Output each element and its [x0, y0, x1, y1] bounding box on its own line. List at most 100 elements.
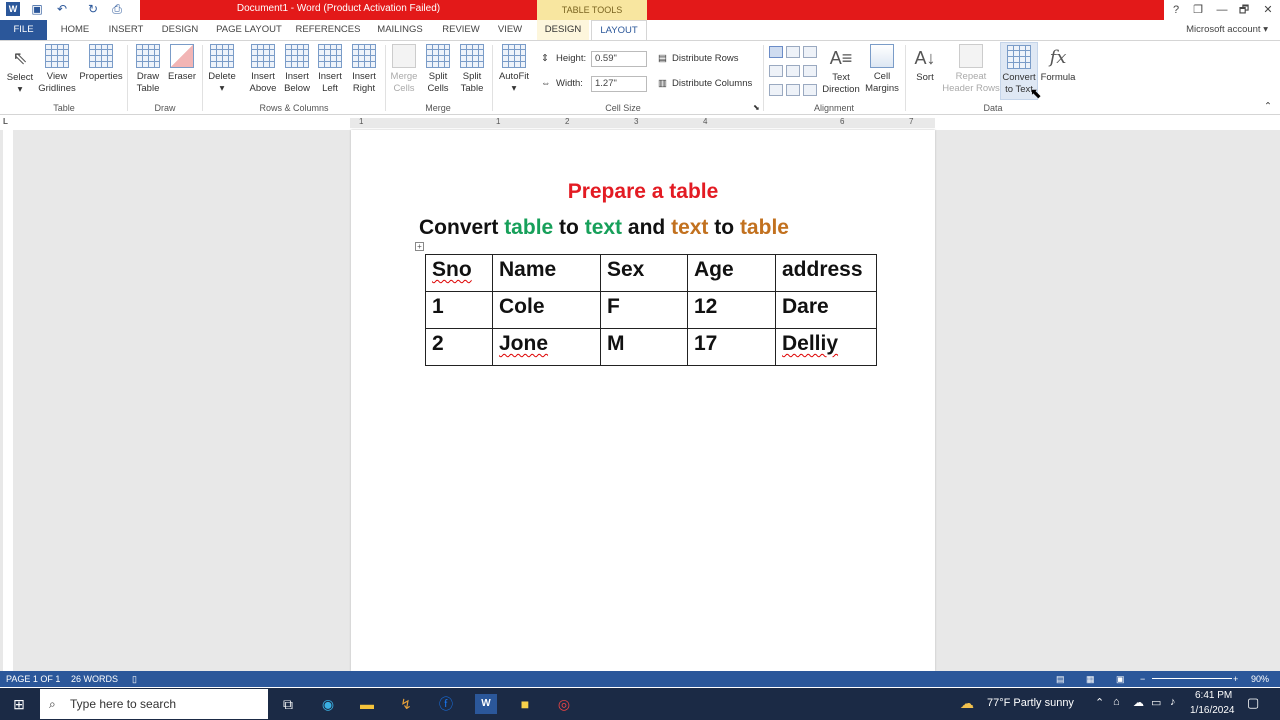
restore-icon[interactable]: 🗗	[1236, 2, 1252, 18]
table-cell[interactable]: 2	[425, 328, 493, 366]
align-center-right-icon[interactable]	[803, 65, 817, 77]
cloud-icon[interactable]: ☁	[1133, 696, 1144, 709]
tab-page-layout[interactable]: PAGE LAYOUT	[212, 20, 286, 40]
insert-above-button[interactable]: Insert Above	[246, 44, 280, 95]
split-cells-button[interactable]: Split Cells	[422, 44, 454, 95]
web-layout-icon[interactable]: ▣	[1116, 674, 1125, 685]
tab-file[interactable]: FILE	[0, 20, 47, 40]
tab-insert[interactable]: INSERT	[104, 20, 148, 40]
align-bottom-left-icon[interactable]	[769, 84, 783, 96]
tab-table-layout[interactable]: LAYOUT	[591, 20, 647, 40]
task-view-icon[interactable]: ⧉	[278, 694, 298, 714]
distribute-rows-button[interactable]: Distribute Rows	[672, 53, 739, 64]
clock-date[interactable]: 1/16/2024	[1190, 705, 1235, 716]
file-explorer-icon[interactable]: ▬	[357, 694, 377, 714]
tab-review[interactable]: REVIEW	[438, 20, 484, 40]
table-cell[interactable]: Cole	[492, 291, 601, 329]
table-cell[interactable]: 12	[687, 291, 776, 329]
merge-cells-button[interactable]: Merge Cells	[388, 44, 420, 95]
monitor-icon[interactable]: ▭	[1151, 696, 1161, 709]
tab-mailings[interactable]: MAILINGS	[370, 20, 430, 40]
chrome-icon[interactable]: ◎	[554, 694, 574, 714]
align-bottom-center-icon[interactable]	[786, 84, 800, 96]
network-icon[interactable]: ⌂	[1113, 696, 1120, 708]
formula-button[interactable]: fx Formula	[1038, 44, 1078, 84]
minimize-icon[interactable]: —	[1214, 2, 1230, 18]
zoom-in-icon[interactable]: +	[1233, 674, 1238, 684]
ribbon-display-icon[interactable]: ❐	[1190, 2, 1206, 18]
zoom-level[interactable]: 90%	[1251, 674, 1269, 684]
table-cell[interactable]: 1	[425, 291, 493, 329]
insert-below-button[interactable]: Insert Below	[280, 44, 314, 95]
save-icon[interactable]: ▣	[30, 2, 44, 16]
tab-table-design[interactable]: DESIGN	[537, 20, 589, 40]
table-cell[interactable]: M	[600, 328, 688, 366]
width-field[interactable]: 1.27"	[591, 76, 647, 92]
taskbar-search[interactable]: ⌕ Type here to search	[40, 689, 268, 719]
print-layout-icon[interactable]: ▦	[1086, 674, 1095, 685]
table-move-handle-icon[interactable]: +	[415, 242, 424, 251]
vertical-ruler[interactable]	[3, 130, 13, 671]
select-button[interactable]: ⇖ Select ▾	[4, 44, 36, 96]
tab-view[interactable]: VIEW	[490, 20, 530, 40]
tab-design[interactable]: DESIGN	[156, 20, 204, 40]
document-page[interactable]: Prepare a table Convert table to text an…	[351, 130, 935, 671]
notification-icon[interactable]: ▢	[1247, 695, 1259, 711]
autofit-button[interactable]: AutoFit ▾	[495, 44, 533, 95]
align-center-left-icon[interactable]	[769, 65, 783, 77]
close-icon[interactable]: ✕	[1260, 2, 1276, 18]
table-cell[interactable]: 17	[687, 328, 776, 366]
table-cell[interactable]: Sno	[425, 254, 493, 292]
weather-text[interactable]: 77°F Partly sunny	[987, 697, 1074, 709]
tab-home[interactable]: HOME	[52, 20, 98, 40]
redo-icon[interactable]: ↻	[86, 2, 100, 16]
horizontal-ruler[interactable]: L 1 1 2 3 4 5 6 7	[0, 116, 1280, 130]
sort-button[interactable]: A↓ Sort	[910, 44, 940, 84]
table-cell[interactable]: Jone	[492, 328, 601, 366]
account-menu[interactable]: Microsoft account ▾	[1186, 24, 1268, 35]
draw-table-button[interactable]: Draw Table	[132, 44, 164, 95]
facebook-icon[interactable]: ⓕ	[436, 694, 456, 714]
table-cell[interactable]: Delliy	[775, 328, 877, 366]
collapse-ribbon-icon[interactable]: ⌃	[1264, 101, 1272, 112]
repeat-header-rows-button[interactable]: Repeat Header Rows	[942, 44, 1000, 95]
document-table[interactable]: Sno Name Sex Age address 1 Cole F 12 Dar…	[425, 254, 877, 366]
insert-right-button[interactable]: Insert Right	[348, 44, 380, 95]
text-direction-button[interactable]: A≡ Text Direction	[820, 44, 862, 96]
word-count[interactable]: 26 WORDS	[71, 674, 118, 684]
align-top-center-icon[interactable]	[786, 46, 800, 58]
help-icon[interactable]: ?	[1168, 2, 1184, 18]
proofing-icon[interactable]: ▯	[132, 674, 137, 685]
sticky-notes-icon[interactable]: ■	[515, 694, 535, 714]
page-count[interactable]: PAGE 1 OF 1	[6, 674, 60, 684]
table-cell[interactable]: Age	[687, 254, 776, 292]
table-cell[interactable]: Dare	[775, 291, 877, 329]
volume-icon[interactable]: ♪	[1170, 696, 1176, 708]
tab-references[interactable]: REFERENCES	[294, 20, 362, 40]
word-taskbar-icon[interactable]: W	[475, 694, 497, 714]
print-preview-icon[interactable]: ⎙	[110, 2, 124, 16]
tab-selector-icon[interactable]: L	[3, 117, 8, 126]
table-cell[interactable]: F	[600, 291, 688, 329]
clock-time[interactable]: 6:41 PM	[1195, 690, 1232, 701]
align-bottom-right-icon[interactable]	[803, 84, 817, 96]
edge-icon[interactable]: ◉	[318, 694, 338, 714]
align-center-icon[interactable]	[786, 65, 800, 77]
align-top-right-icon[interactable]	[803, 46, 817, 58]
windows-start-icon[interactable]: ⊞	[9, 694, 29, 714]
align-top-left-icon[interactable]	[769, 46, 783, 58]
split-table-button[interactable]: Split Table	[456, 44, 488, 95]
undo-icon[interactable]: ↶	[55, 2, 69, 16]
properties-button[interactable]: Properties	[78, 44, 124, 83]
zoom-slider[interactable]	[1152, 678, 1232, 679]
table-cell[interactable]: Name	[492, 254, 601, 292]
delete-button[interactable]: Delete ▾	[206, 44, 238, 95]
zoom-out-icon[interactable]: −	[1140, 674, 1145, 684]
cell-size-launcher-icon[interactable]: ⬊	[753, 103, 760, 112]
tray-chevron-icon[interactable]: ⌃	[1095, 696, 1104, 709]
table-cell[interactable]: Sex	[600, 254, 688, 292]
insert-left-button[interactable]: Insert Left	[314, 44, 346, 95]
table-cell[interactable]: address	[775, 254, 877, 292]
app-icon[interactable]: ↯	[396, 694, 416, 714]
read-mode-icon[interactable]: ▤	[1056, 674, 1065, 685]
